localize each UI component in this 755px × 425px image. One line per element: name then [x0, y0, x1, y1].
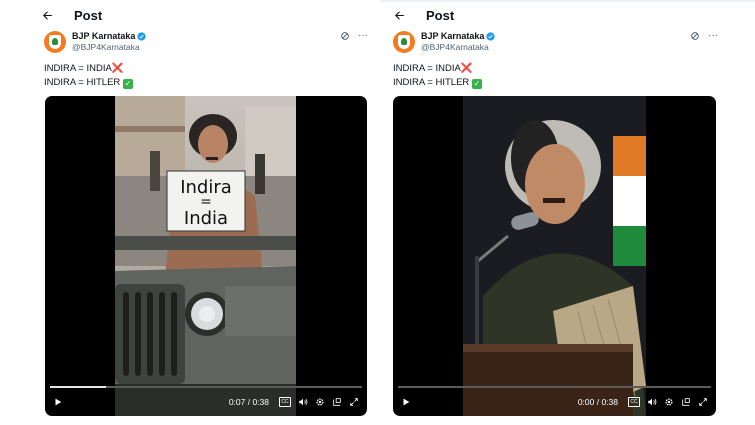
avatar[interactable]	[393, 31, 415, 53]
more-icon[interactable]: ···	[358, 31, 368, 41]
avatar[interactable]	[44, 31, 66, 53]
video-controls: 0:07 / 0:38 CC	[45, 393, 367, 411]
post-line-2: INDIRA = HITLER	[393, 77, 470, 88]
verified-badge-icon	[486, 32, 495, 41]
captions-icon[interactable]: CC	[279, 397, 291, 407]
check-mark: ✓	[471, 79, 482, 89]
post-line-1: INDIRA = INDIA	[44, 63, 112, 74]
video-timecode: 0:07 / 0:38	[228, 397, 269, 407]
volume-icon[interactable]	[647, 397, 657, 407]
settings-icon[interactable]	[664, 397, 674, 407]
top-bar: Post	[38, 6, 102, 24]
play-icon[interactable]	[53, 397, 63, 407]
author-handle[interactable]: @BJP4Karnataka	[421, 42, 495, 53]
post-text: INDIRA = INDIA❌ INDIRA = HITLER ✓	[393, 62, 482, 90]
top-bar: Post	[390, 6, 454, 24]
back-button[interactable]	[38, 6, 56, 24]
post-line-2: INDIRA = HITLER	[44, 77, 121, 88]
author-row[interactable]: BJP Karnataka @BJP4Karnataka	[393, 31, 495, 53]
post-panel-left: Post BJP Karnataka @BJP4Karnataka ··· IN…	[0, 0, 378, 425]
video-timecode: 0:00 / 0:38	[577, 397, 618, 407]
fullscreen-icon[interactable]	[349, 397, 359, 407]
picture-in-picture-icon[interactable]	[332, 397, 342, 407]
video-player[interactable]: 0:00 / 0:38 CC	[393, 96, 716, 416]
page-title: Post	[74, 7, 103, 23]
settings-icon[interactable]	[315, 397, 325, 407]
sign-text-bottom: India	[184, 208, 228, 229]
cross-mark: ❌	[460, 63, 473, 74]
play-icon[interactable]	[401, 397, 411, 407]
author-name[interactable]: BJP Karnataka	[72, 31, 135, 42]
verified-badge-icon	[137, 32, 146, 41]
post-line-1: INDIRA = INDIA	[393, 63, 461, 74]
top-divider	[380, 0, 755, 2]
arrow-left-icon	[394, 10, 404, 20]
fullscreen-icon[interactable]	[698, 397, 708, 407]
arrow-left-icon	[42, 10, 52, 20]
grok-icon[interactable]	[340, 31, 350, 41]
video-frame-jeep: Indira = India	[115, 96, 296, 416]
cross-mark: ❌	[111, 63, 124, 74]
video-progress-bar[interactable]	[50, 386, 362, 388]
video-progress-fill	[50, 386, 107, 388]
author-handle[interactable]: @BJP4Karnataka	[72, 42, 146, 53]
post-text: INDIRA = INDIA❌ INDIRA = HITLER ✓	[44, 62, 133, 90]
video-progress-bar[interactable]	[398, 386, 711, 388]
author-row[interactable]: BJP Karnataka @BJP4Karnataka	[44, 31, 146, 53]
post-panel-right: Post BJP Karnataka @BJP4Karnataka ··· IN…	[380, 0, 755, 425]
grok-icon[interactable]	[690, 31, 700, 41]
more-icon[interactable]: ···	[708, 31, 718, 41]
volume-icon[interactable]	[298, 397, 308, 407]
video-frame-podium	[463, 96, 646, 416]
captions-icon[interactable]: CC	[628, 397, 640, 407]
page-title: Post	[426, 7, 455, 23]
picture-in-picture-icon[interactable]	[681, 397, 691, 407]
back-button[interactable]	[390, 6, 408, 24]
check-mark: ✓	[122, 79, 133, 89]
author-name[interactable]: BJP Karnataka	[421, 31, 484, 42]
video-player[interactable]: Indira = India 0:07 / 0:38 CC	[45, 96, 367, 416]
video-controls: 0:00 / 0:38 CC	[393, 393, 716, 411]
